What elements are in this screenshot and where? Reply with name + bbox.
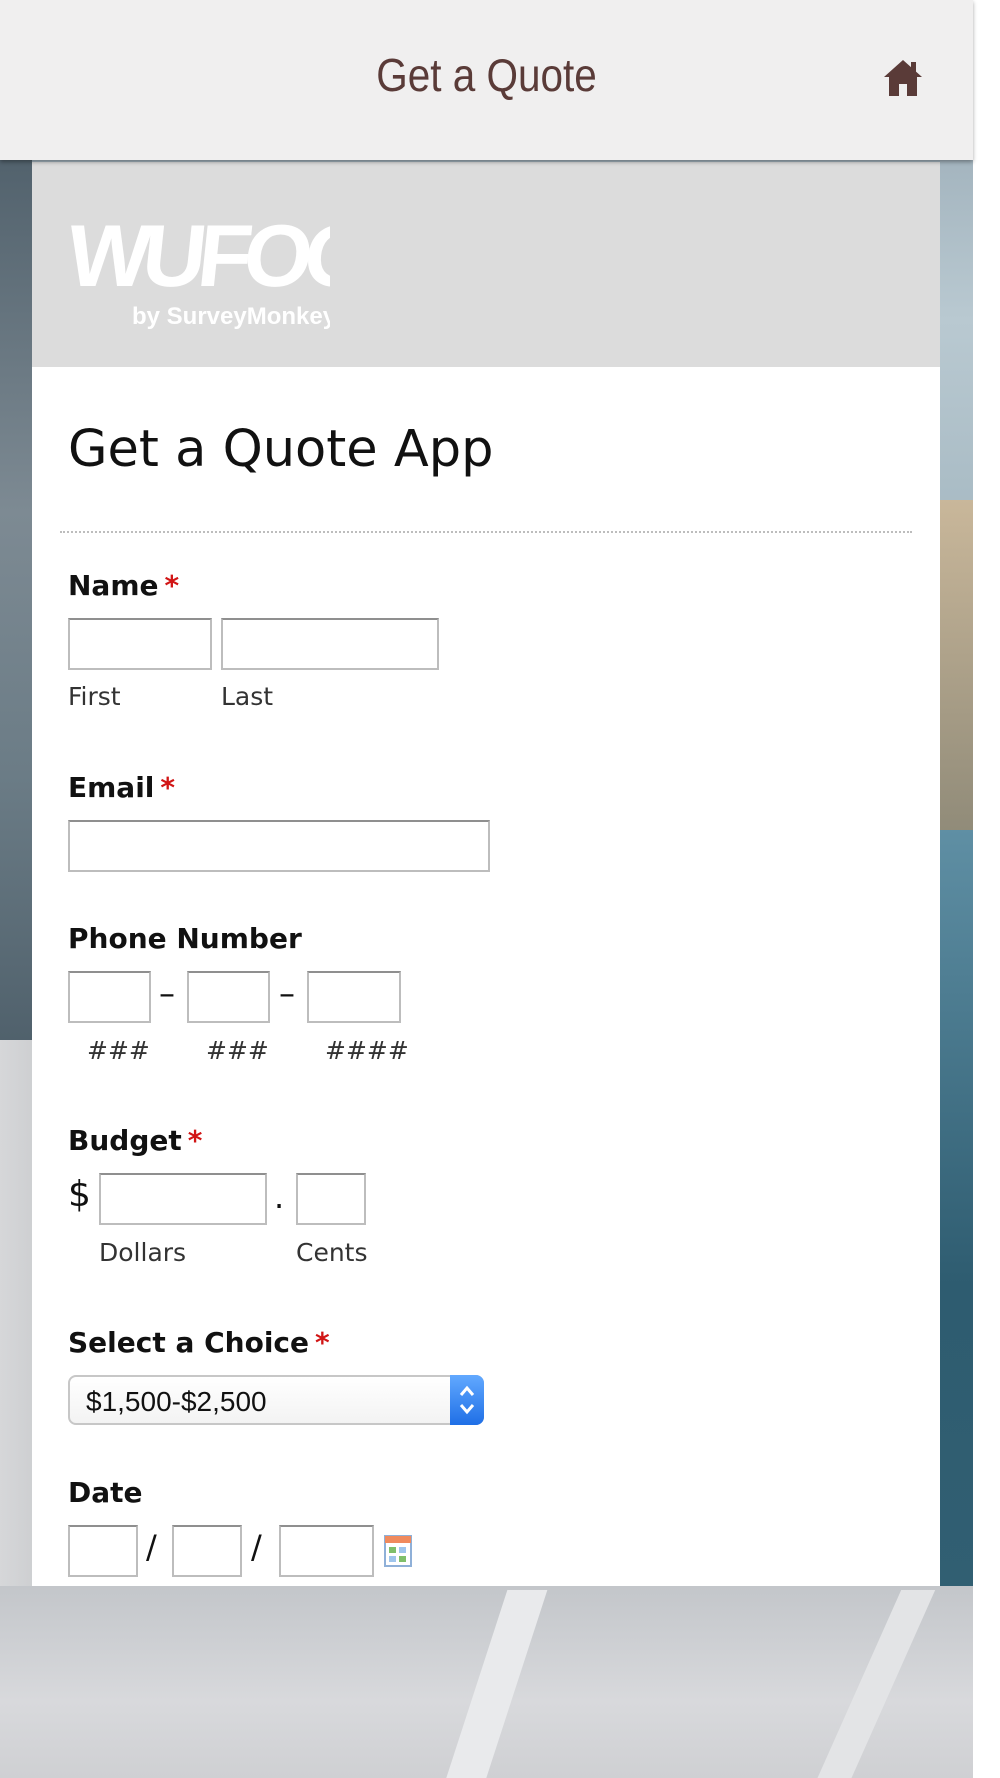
date-separator: / [251,1528,262,1566]
title-divider [60,531,912,533]
date-year-input[interactable] [279,1525,374,1577]
phone-area-sublabel: ### [87,1036,150,1065]
first-sublabel: First [68,682,121,711]
phone-line-sublabel: #### [325,1036,409,1065]
phone-separator: – [279,974,295,1012]
required-marker: * [164,569,180,602]
date-day-input[interactable] [172,1525,242,1577]
form-card: WUFOO by SurveyMonkey Get a Quote App Na… [32,162,940,1586]
last-sublabel: Last [221,682,274,711]
header-title: Get a Quote [376,49,597,101]
required-marker: * [160,771,176,804]
form-title: Get a Quote App [68,420,494,479]
wufoo-logo: WUFOO by SurveyMonkey [70,206,330,330]
currency-symbol: $ [68,1174,91,1215]
cents-sublabel: Cents [296,1238,368,1267]
decimal-point: . [274,1178,285,1216]
email-label: Email * [68,771,176,804]
sea-right [940,830,973,1590]
svg-text:by SurveyMonkey: by SurveyMonkey [132,303,330,330]
budget-label: Budget * [68,1124,203,1157]
required-marker: * [187,1124,203,1157]
first-name-input[interactable] [68,618,212,670]
phone-prefix-sublabel: ### [206,1036,269,1065]
choice-select[interactable]: $1,500-$2,500 [68,1375,484,1425]
phone-label: Phone Number [68,922,302,955]
phone-prefix-input[interactable] [187,971,270,1023]
budget-cents-input[interactable] [296,1173,366,1225]
phone-line-input[interactable] [307,971,401,1023]
choice-label: Select a Choice * [68,1326,330,1359]
home-icon[interactable] [882,56,924,100]
name-label: Name * [68,569,180,602]
date-label: Date [68,1476,143,1509]
svg-text:WUFOO: WUFOO [70,206,330,305]
dollars-sublabel: Dollars [99,1238,187,1267]
chevron-updown-icon[interactable] [450,1375,484,1425]
calendar-icon[interactable] [384,1535,412,1567]
required-marker: * [315,1326,330,1359]
date-separator: / [146,1528,157,1566]
budget-dollars-input[interactable] [99,1173,267,1225]
date-month-input[interactable] [68,1525,138,1577]
app-header: Get a Quote [0,0,973,160]
choice-selected-value: $1,500-$2,500 [86,1386,267,1417]
last-name-input[interactable] [221,618,439,670]
boat-hull-left [0,160,32,1040]
phone-area-input[interactable] [68,971,151,1023]
logo-banner: WUFOO by SurveyMonkey [32,162,940,367]
email-input[interactable] [68,820,490,872]
phone-separator: – [159,974,175,1012]
